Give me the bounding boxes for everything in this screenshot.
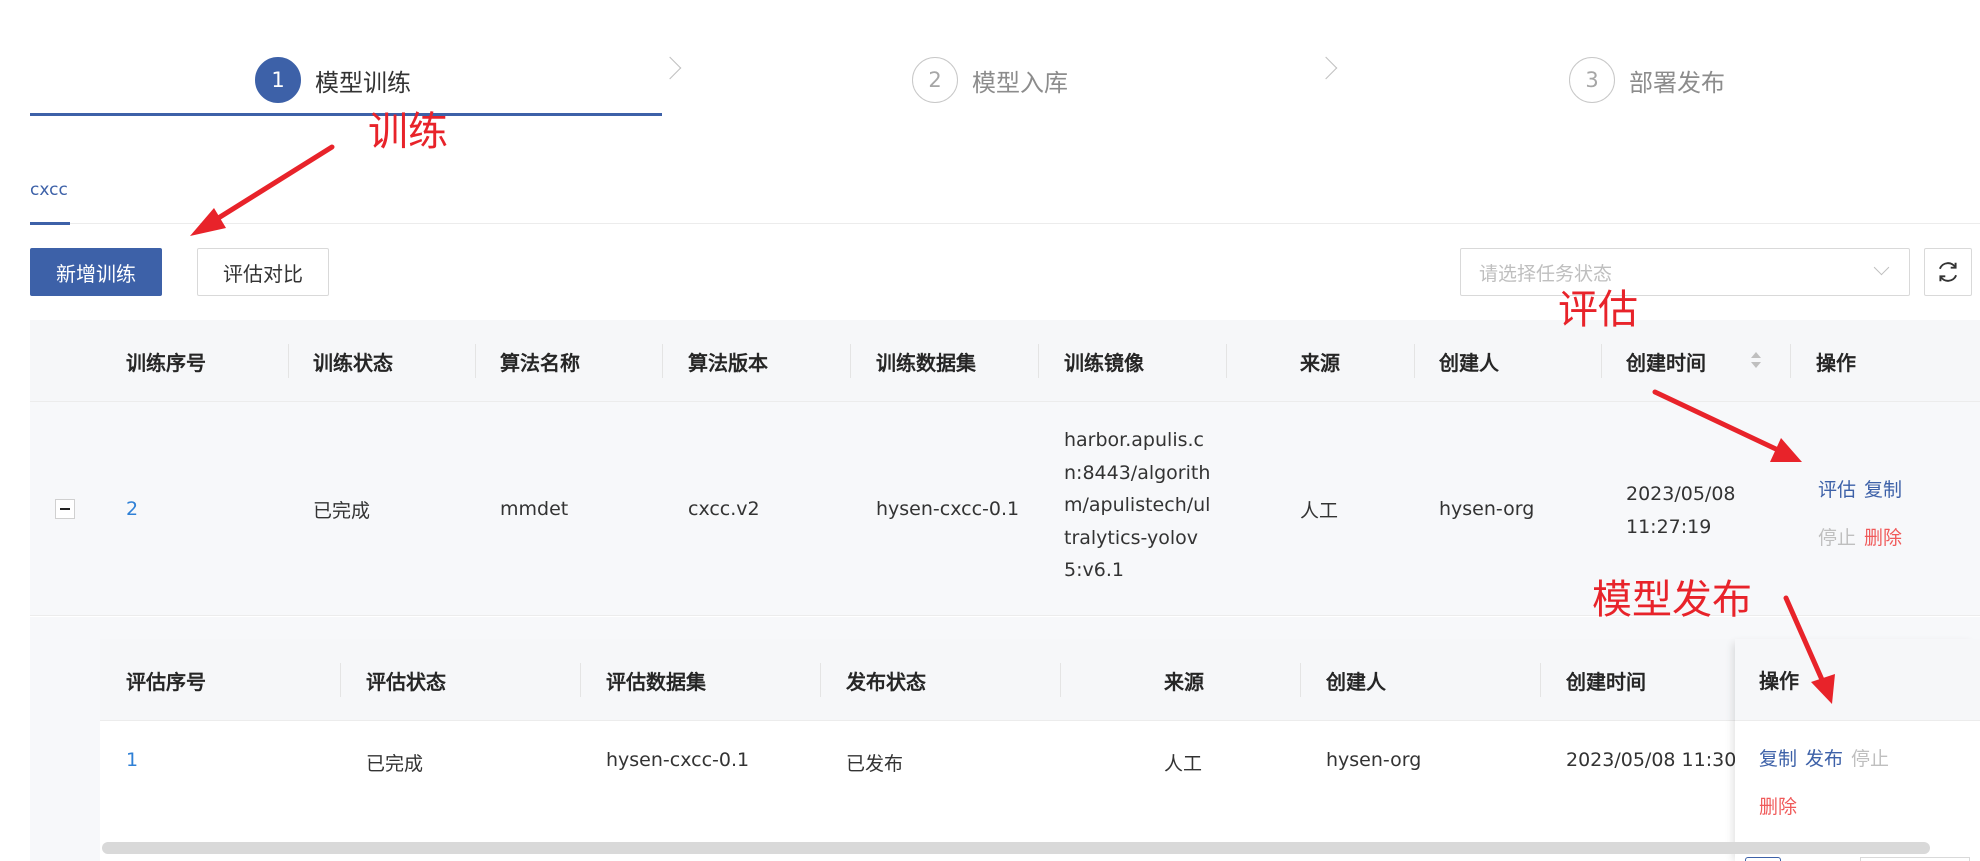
- copy-link[interactable]: 复制: [1864, 479, 1902, 501]
- pagination-size-select[interactable]: [1860, 857, 1970, 861]
- publish-status: 已发布: [846, 753, 904, 775]
- tab-cxcc[interactable]: cxcc: [30, 176, 70, 225]
- step-label: 模型训练: [315, 68, 411, 97]
- expanded-row: 评估序号 评估状态 评估数据集 发布状态 来源 创建人 创建时间 1 已完成 h…: [30, 617, 1980, 861]
- tab-label: cxcc: [30, 180, 68, 200]
- column-header: 训练镜像: [1064, 350, 1144, 375]
- column-header-sortable[interactable]: 创建时间: [1626, 320, 1706, 402]
- chevron-down-icon: [1873, 259, 1890, 276]
- created-time: 2023/05/08 11:30:: [1566, 749, 1743, 771]
- column-divider: [288, 344, 289, 378]
- annotation-train: 训练: [368, 109, 448, 155]
- evaluation-compare-button[interactable]: 评估对比: [197, 248, 329, 296]
- publish-link[interactable]: 发布: [1805, 748, 1843, 770]
- column-divider: [850, 344, 851, 378]
- column-divider: [662, 344, 663, 378]
- column-divider: [340, 663, 341, 697]
- step-model-training[interactable]: 1 模型训练: [255, 40, 411, 120]
- column-header: 操作: [1735, 639, 1980, 721]
- table-header: 训练序号 训练状态 算法名称 算法版本 训练数据集 训练镜像 来源 创建人 创建…: [30, 320, 1980, 402]
- add-training-button[interactable]: 新增训练: [30, 248, 162, 296]
- select-placeholder: 请选择任务状态: [1479, 262, 1613, 285]
- sort-icon[interactable]: [1750, 350, 1762, 372]
- refresh-button[interactable]: [1924, 248, 1972, 296]
- step-deploy-publish[interactable]: 3 部署发布: [1569, 40, 1725, 120]
- fixed-actions-column: 操作 复制 发布 停止 删除: [1735, 639, 1980, 861]
- column-divider: [1300, 663, 1301, 697]
- algorithm-version: cxcc.v2: [688, 498, 760, 520]
- step-label: 部署发布: [1629, 68, 1725, 97]
- column-header: 训练序号: [126, 350, 206, 375]
- column-divider: [820, 663, 821, 697]
- creator: hysen-org: [1326, 749, 1422, 771]
- table-header: 评估序号 评估状态 评估数据集 发布状态 来源 创建人 创建时间: [100, 639, 1980, 721]
- annotation-publish: 模型发布: [1592, 577, 1752, 623]
- column-header: 来源: [1300, 350, 1340, 375]
- column-header: 创建人: [1439, 350, 1499, 375]
- step-model-storage[interactable]: 2 模型入库: [912, 40, 1068, 120]
- task-status-select[interactable]: 请选择任务状态: [1460, 248, 1910, 296]
- column-divider: [475, 344, 476, 378]
- column-header: 算法版本: [688, 350, 768, 375]
- annotation-evaluate: 评估: [1558, 287, 1638, 333]
- training-dataset: hysen-cxcc-0.1: [876, 498, 1020, 520]
- column-divider: [1790, 344, 1791, 378]
- column-divider: [1060, 663, 1061, 697]
- column-header: 创建人: [1326, 669, 1386, 694]
- training-id-link[interactable]: 2: [126, 402, 138, 616]
- step-number: 1: [255, 57, 301, 103]
- step-label: 模型入库: [972, 68, 1068, 97]
- chevron-right-icon: [658, 56, 682, 80]
- created-clock: 11:27:19: [1626, 516, 1712, 538]
- created-time: 2023/05/08 11:27:19: [1626, 478, 1736, 544]
- column-divider: [1601, 344, 1602, 378]
- refresh-icon: [1938, 262, 1958, 282]
- chevron-right-icon: [1314, 56, 1338, 80]
- column-header: 训练数据集: [876, 350, 976, 375]
- step-number: 3: [1569, 57, 1615, 103]
- column-header: 创建时间: [1566, 669, 1646, 694]
- column-header: 来源: [1164, 669, 1204, 694]
- stop-link: 停止: [1818, 527, 1857, 549]
- training-status: 已完成: [313, 499, 371, 522]
- column-divider: [1038, 344, 1039, 378]
- evaluation-dataset: hysen-cxcc-0.1: [606, 749, 750, 771]
- column-header: 评估序号: [126, 669, 206, 694]
- pagination-item[interactable]: [1745, 857, 1781, 861]
- delete-link[interactable]: 删除: [1864, 527, 1902, 549]
- column-divider: [580, 663, 581, 697]
- tab-ink-bar: [30, 222, 70, 225]
- delete-link[interactable]: 删除: [1759, 796, 1797, 818]
- column-header: 算法名称: [500, 350, 580, 375]
- created-date: 2023/05/08: [1626, 483, 1736, 505]
- column-header: 发布状态: [846, 669, 926, 694]
- copy-link[interactable]: 复制: [1759, 748, 1797, 770]
- column-header: 操作: [1816, 350, 1856, 375]
- training-image: harbor.apulis.cn:8443/algorithm/apuliste…: [1064, 429, 1211, 581]
- column-header: 评估状态: [366, 669, 446, 694]
- column-divider: [1226, 344, 1227, 378]
- step-active-underline: [30, 113, 662, 116]
- source: 人工: [1300, 499, 1339, 522]
- row-actions: 评估 复制 停止 删除: [1818, 466, 1902, 562]
- row-actions: 复制 发布 停止 删除: [1759, 735, 1889, 831]
- column-header: 评估数据集: [606, 669, 706, 694]
- creator: hysen-org: [1439, 498, 1535, 520]
- table-row: 1 已完成 hysen-cxcc-0.1 已发布 人工 hysen-org 20…: [100, 721, 1980, 841]
- stop-link: 停止: [1851, 748, 1890, 770]
- evaluation-table: 评估序号 评估状态 评估数据集 发布状态 来源 创建人 创建时间 1 已完成 h…: [100, 639, 1980, 861]
- evaluation-id-link[interactable]: 1: [126, 749, 138, 771]
- collapse-row-icon[interactable]: [55, 499, 75, 519]
- evaluate-link[interactable]: 评估: [1818, 479, 1856, 501]
- horizontal-scrollbar[interactable]: [102, 842, 1930, 854]
- algorithm-name: mmdet: [500, 498, 569, 520]
- column-divider: [1414, 344, 1415, 378]
- tab-bar: cxcc: [30, 176, 1980, 225]
- source: 人工: [1164, 753, 1203, 775]
- column-header: 训练状态: [313, 350, 393, 375]
- evaluation-status: 已完成: [366, 753, 424, 775]
- steps-bar: 1 模型训练 2 模型入库 3 部署发布: [30, 40, 1980, 120]
- column-divider: [1540, 663, 1541, 697]
- step-number: 2: [912, 57, 958, 103]
